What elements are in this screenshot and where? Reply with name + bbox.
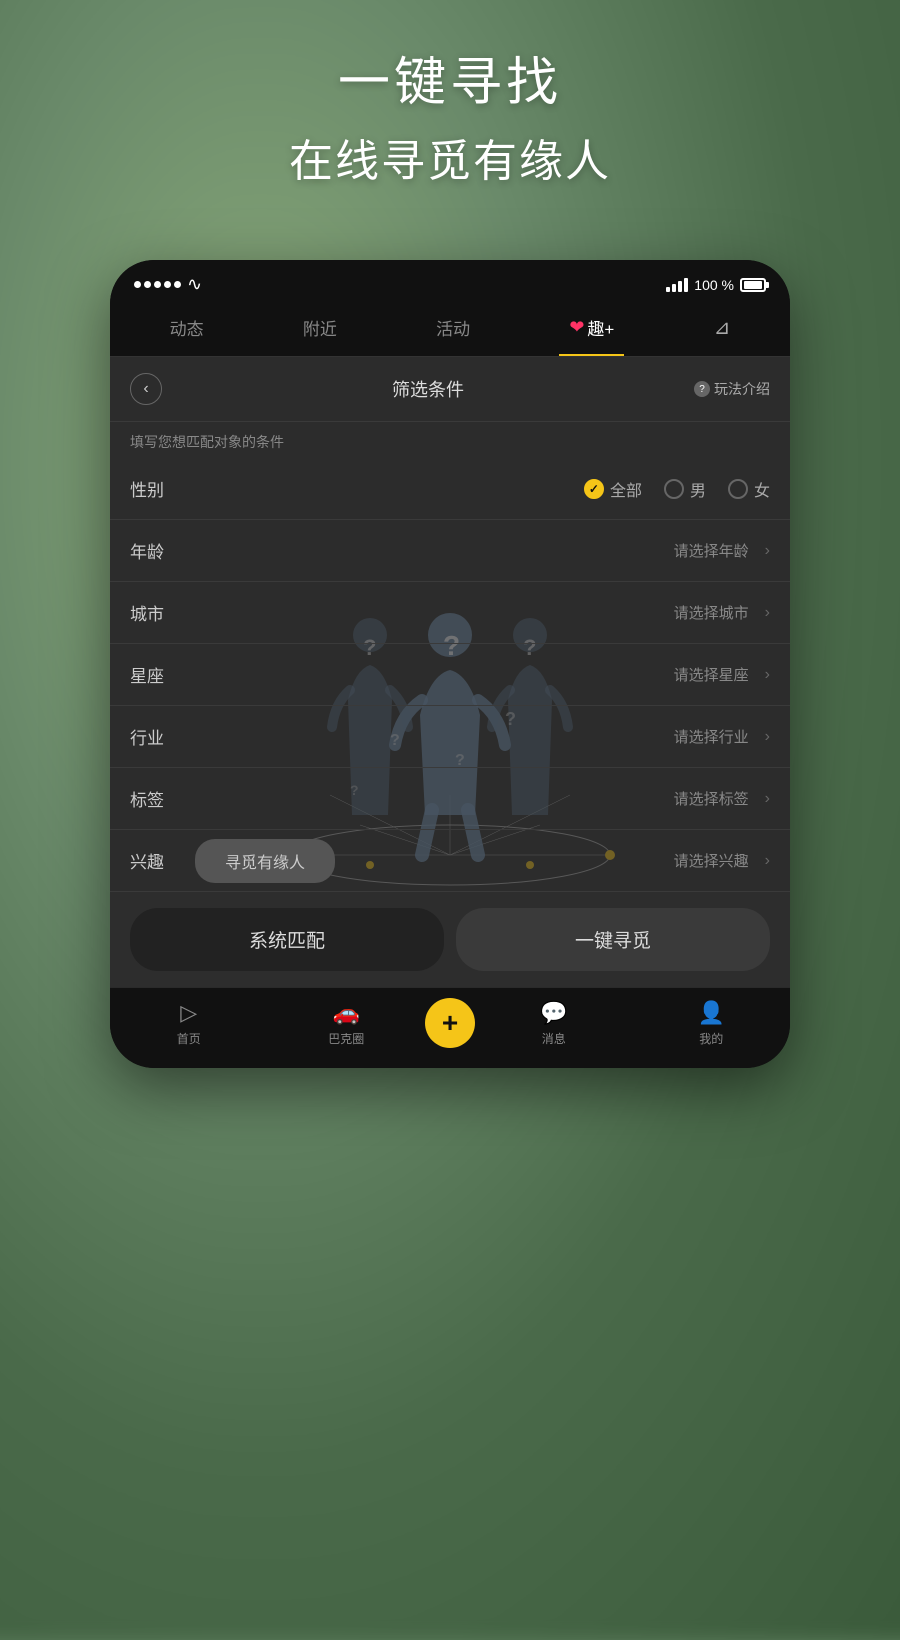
top-text-section: 一键寻找 在线寻觅有缘人 xyxy=(0,40,900,189)
interest-label: 兴趣 xyxy=(130,848,185,873)
home-label: 首页 xyxy=(177,1030,201,1047)
status-right: 100 % xyxy=(666,277,766,293)
gender-male-option[interactable]: 男 xyxy=(664,477,706,501)
tag-content: 请选择标签 › xyxy=(185,788,770,809)
city-chevron: › xyxy=(765,604,770,622)
age-content: 请选择年龄 › xyxy=(185,540,770,561)
profile-icon: 👤 xyxy=(698,1000,725,1026)
status-left: ∿ xyxy=(134,274,202,295)
tag-chevron: › xyxy=(765,790,770,808)
gender-female-label: 女 xyxy=(754,477,770,501)
messages-label: 消息 xyxy=(542,1030,566,1047)
city-placeholder: 请选择城市 xyxy=(674,602,749,623)
filter-body: ? ? ? ? ? ? ? 性别 全部 xyxy=(110,458,790,892)
industry-label: 行业 xyxy=(130,724,185,749)
bakequan-icon: 🚗 xyxy=(333,1000,360,1026)
help-icon: ? xyxy=(694,381,710,397)
bakequan-label: 巴克圈 xyxy=(328,1030,364,1047)
filter-icon: ⊿ xyxy=(714,317,731,339)
star-chevron: › xyxy=(765,666,770,684)
battery-icon xyxy=(740,278,766,292)
star-placeholder: 请选择星座 xyxy=(674,664,749,685)
interest-chevron: › xyxy=(765,852,770,870)
gender-options: 全部 男 女 xyxy=(185,477,770,501)
headline-line1: 一键寻找 xyxy=(0,40,900,115)
home-icon: ▷ xyxy=(180,1000,197,1026)
industry-chevron: › xyxy=(765,728,770,746)
age-row[interactable]: 年龄 请选择年龄 › xyxy=(110,520,790,582)
modal-title: 筛选条件 xyxy=(392,376,464,402)
age-placeholder: 请选择年龄 xyxy=(674,540,749,561)
radio-all xyxy=(584,479,604,499)
phone-frame: ∿ 100 % 动态 附近 活动 ❤ 趣 xyxy=(110,260,790,1068)
message-icon: 💬 xyxy=(540,1000,567,1026)
search-button[interactable]: 一键寻觅 xyxy=(456,908,770,971)
bottom-buttons: 系统匹配 一键寻觅 xyxy=(110,892,790,987)
match-button[interactable]: 系统匹配 xyxy=(130,908,444,971)
tab-fujin[interactable]: 附近 xyxy=(293,311,347,344)
status-bar: ∿ 100 % xyxy=(110,260,790,303)
tag-label: 标签 xyxy=(130,786,185,811)
help-label: 玩法介绍 xyxy=(714,379,770,399)
tab-huodong[interactable]: 活动 xyxy=(426,311,480,344)
interest-placeholder: 请选择兴趣 xyxy=(674,850,749,871)
nav-profile[interactable]: 👤 我的 xyxy=(633,1000,791,1047)
signal-dots xyxy=(134,281,181,288)
interest-content: 寻觅有缘人 请选择兴趣 › xyxy=(185,839,770,883)
city-label: 城市 xyxy=(130,600,185,625)
nav-add-button[interactable]: + xyxy=(425,998,475,1048)
star-row[interactable]: 星座 请选择星座 › xyxy=(110,644,790,706)
gender-label: 性别 xyxy=(130,476,185,501)
bottom-nav: ▷ 首页 🚗 巴克圈 + 💬 消息 👤 我的 xyxy=(110,987,790,1068)
battery-percent: 100 % xyxy=(694,277,734,293)
tab-filter[interactable]: ⊿ xyxy=(704,311,741,344)
gender-all-option[interactable]: 全部 xyxy=(584,477,642,501)
help-link[interactable]: ? 玩法介绍 xyxy=(694,379,770,399)
headline-line2: 在线寻觅有缘人 xyxy=(0,125,900,189)
industry-row[interactable]: 行业 请选择行业 › xyxy=(110,706,790,768)
gender-male-label: 男 xyxy=(690,477,706,501)
add-icon: + xyxy=(442,1007,458,1039)
radio-male xyxy=(664,479,684,499)
age-chevron: › xyxy=(765,542,770,560)
gender-row: 性别 全部 男 女 xyxy=(110,458,790,520)
cellular-bars xyxy=(666,278,688,292)
tag-row[interactable]: 标签 请选择标签 › xyxy=(110,768,790,830)
radio-female xyxy=(728,479,748,499)
gender-female-option[interactable]: 女 xyxy=(728,477,770,501)
nav-bakequan[interactable]: 🚗 巴克圈 xyxy=(268,1000,426,1047)
nav-home[interactable]: ▷ 首页 xyxy=(110,1000,268,1047)
back-button[interactable]: ‹ xyxy=(130,373,162,405)
city-content: 请选择城市 › xyxy=(185,602,770,623)
gender-all-label: 全部 xyxy=(610,477,642,501)
age-label: 年龄 xyxy=(130,538,185,563)
nav-messages[interactable]: 💬 消息 xyxy=(475,1000,633,1047)
tab-qu[interactable]: ❤ 趣+ xyxy=(559,311,624,344)
star-content: 请选择星座 › xyxy=(185,664,770,685)
interest-row[interactable]: 兴趣 寻觅有缘人 请选择兴趣 › xyxy=(110,830,790,892)
tab-dongtai[interactable]: 动态 xyxy=(160,311,214,344)
interest-tag-button[interactable]: 寻觅有缘人 xyxy=(195,839,335,883)
industry-placeholder: 请选择行业 xyxy=(674,726,749,747)
modal-header: ‹ 筛选条件 ? 玩法介绍 xyxy=(110,357,790,422)
tab-qu-content: ❤ 趣+ xyxy=(569,315,614,340)
filter-modal: ‹ 筛选条件 ? 玩法介绍 填写您想匹配对象的条件 xyxy=(110,357,790,987)
profile-label: 我的 xyxy=(699,1030,723,1047)
heart-icon: ❤ xyxy=(569,317,584,338)
nav-tabs: 动态 附近 活动 ❤ 趣+ ⊿ xyxy=(110,303,790,357)
wifi-icon: ∿ xyxy=(187,274,202,295)
modal-subtitle: 填写您想匹配对象的条件 xyxy=(110,422,790,458)
city-row[interactable]: 城市 请选择城市 › xyxy=(110,582,790,644)
tag-placeholder: 请选择标签 xyxy=(674,788,749,809)
industry-content: 请选择行业 › xyxy=(185,726,770,747)
star-label: 星座 xyxy=(130,662,185,687)
